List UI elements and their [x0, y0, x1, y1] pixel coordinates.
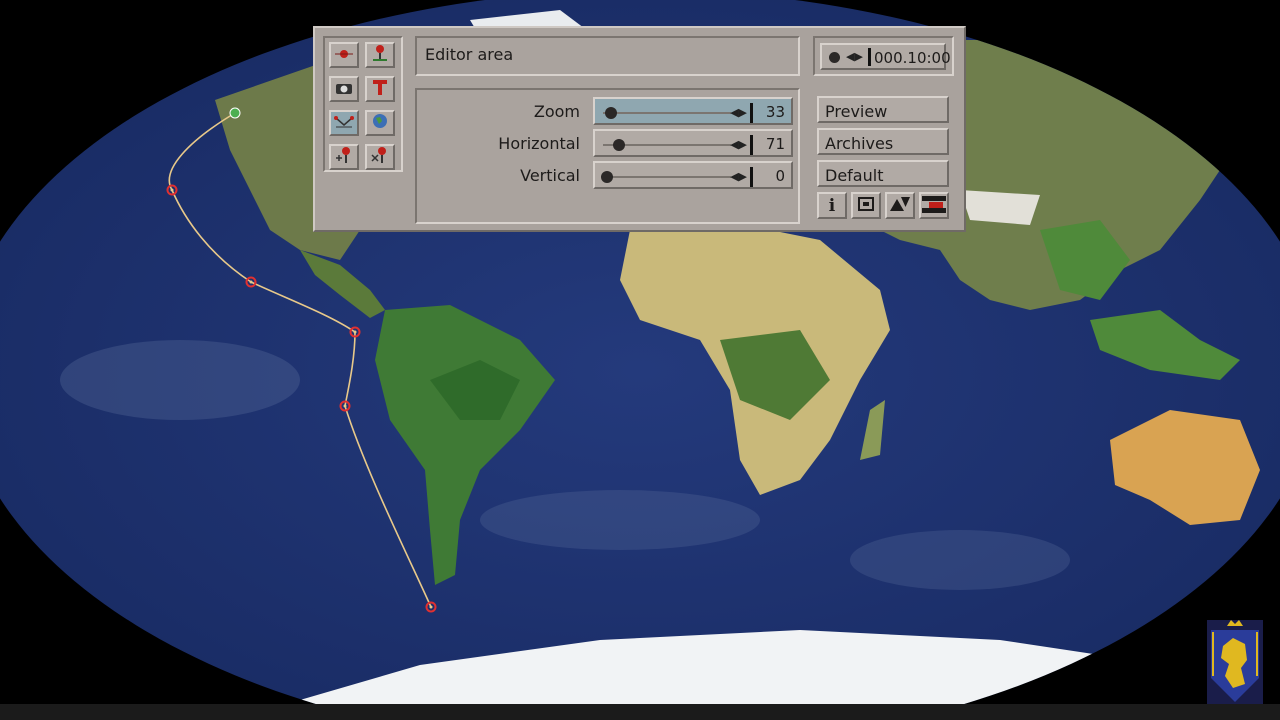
- sun-marker-button[interactable]: [329, 42, 359, 68]
- tool-palette: [323, 36, 403, 172]
- vertical-value: 0: [775, 167, 785, 185]
- triangles-button[interactable]: [885, 192, 915, 219]
- exit-button[interactable]: [919, 192, 949, 219]
- zoom-slider-knob[interactable]: [605, 107, 617, 119]
- camera-icon: [335, 80, 353, 99]
- zoom-slider[interactable]: ◀▶ 33: [593, 97, 793, 125]
- bottom-bar: [0, 704, 1280, 720]
- info-button[interactable]: i: [817, 192, 847, 219]
- slider-label-vertical: Vertical: [520, 166, 580, 185]
- horizontal-arrows-icon: ◀▶: [730, 138, 747, 151]
- editor-panel: Editor area ◀▶ 000.10:00 Zoom ◀▶ 33 Hori…: [313, 26, 966, 232]
- slider-label-horizontal: Horizontal: [498, 134, 580, 153]
- zoom-arrows-icon: ◀▶: [730, 106, 747, 119]
- globe-button[interactable]: [365, 110, 395, 136]
- exit-plug-icon: [921, 194, 947, 218]
- map-stage: Editor area ◀▶ 000.10:00 Zoom ◀▶ 33 Hori…: [0, 0, 1280, 720]
- window-button[interactable]: [851, 192, 881, 219]
- route-icon: [334, 114, 354, 133]
- record-dot-icon: [829, 52, 840, 63]
- slider-area: Zoom ◀▶ 33 Horizontal ◀▶ 71 Vertical ◀▶: [415, 88, 800, 224]
- default-button[interactable]: Default: [817, 160, 949, 187]
- horizontal-slider[interactable]: ◀▶ 71: [593, 129, 793, 157]
- route-button[interactable]: [329, 110, 359, 136]
- route-point-start: [229, 107, 241, 119]
- cursor-bar: [868, 48, 871, 66]
- text-t-icon: [371, 78, 389, 100]
- timecode-value: 000.10:00: [874, 49, 951, 67]
- info-icon: i: [828, 195, 836, 216]
- up-down-triangles-icon: [889, 196, 911, 216]
- remove-pin-icon: [371, 146, 389, 168]
- pin-marker-icon: [371, 44, 389, 66]
- sun-marker-icon: [335, 46, 353, 65]
- vertical-slider-knob[interactable]: [601, 171, 613, 183]
- horizontal-slider-knob[interactable]: [613, 139, 625, 151]
- timecode-control[interactable]: ◀▶ 000.10:00: [820, 43, 951, 70]
- page-title: Editor area: [425, 45, 514, 64]
- add-pin-icon: [335, 146, 353, 168]
- archives-button[interactable]: Archives: [817, 128, 949, 155]
- globe-icon: [371, 112, 389, 134]
- camera-button[interactable]: [329, 76, 359, 102]
- arrows-icon: ◀▶: [846, 50, 863, 63]
- text-button[interactable]: [365, 76, 395, 102]
- pin-marker-button[interactable]: [365, 42, 395, 68]
- remove-pin-button[interactable]: [365, 144, 395, 170]
- add-pin-button[interactable]: [329, 144, 359, 170]
- timecode-field: ◀▶ 000.10:00: [813, 36, 954, 76]
- horizontal-value: 71: [765, 135, 785, 153]
- vertical-arrows-icon: ◀▶: [730, 170, 747, 183]
- slider-label-zoom: Zoom: [533, 102, 580, 121]
- vertical-slider[interactable]: ◀▶ 0: [593, 161, 793, 189]
- title-field: Editor area: [415, 36, 800, 76]
- zoom-value: 33: [765, 103, 785, 121]
- preview-button[interactable]: Preview: [817, 96, 949, 123]
- himalaya: [960, 190, 1040, 225]
- coat-of-arms-logo: [1205, 618, 1265, 708]
- window-icon: [857, 196, 875, 216]
